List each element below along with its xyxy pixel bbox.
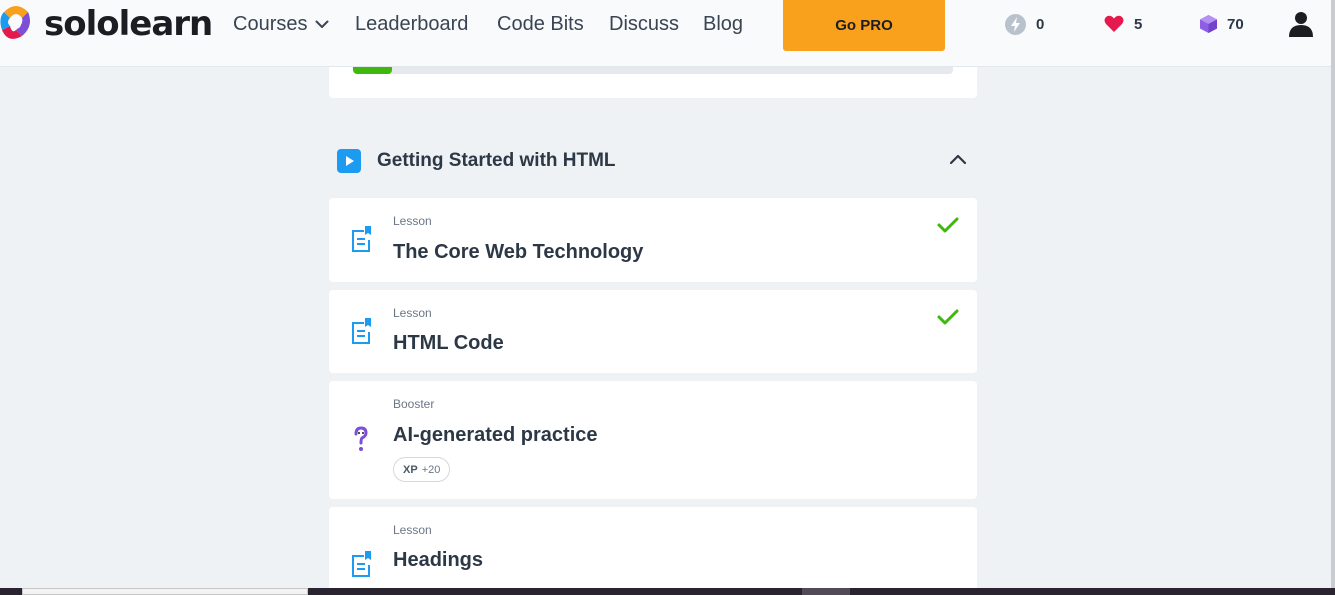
taskbar-active-app[interactable] [802, 588, 850, 595]
nav-leaderboard[interactable]: Leaderboard [355, 12, 468, 36]
scrollbar[interactable] [1331, 0, 1335, 595]
chevron-up-icon[interactable] [948, 152, 968, 166]
taskbar-search-box[interactable] [22, 588, 308, 595]
top-navigation-bar: sololearn Courses Leaderboard Code Bits … [0, 0, 1335, 67]
checkmark-icon [937, 217, 959, 233]
item-kind: Lesson [393, 214, 432, 228]
module-header[interactable]: Getting Started with HTML [337, 147, 977, 175]
item-title: HTML Code [393, 332, 504, 354]
item-kind: Lesson [393, 523, 432, 537]
user-avatar-icon[interactable] [1289, 11, 1313, 37]
nav-code-bits[interactable]: Code Bits [497, 12, 584, 36]
course-progress-bar [353, 67, 953, 74]
gem-icon [1200, 15, 1217, 33]
nav-courses[interactable]: Courses [233, 12, 329, 36]
nav-discuss[interactable]: Discuss [609, 12, 679, 36]
streak-counter[interactable]: 0 [1005, 12, 1044, 36]
sololearn-logo-icon [0, 6, 30, 39]
item-title: AI-generated practice [393, 424, 598, 446]
question-mark-icon [354, 426, 368, 451]
item-kind: Lesson [393, 306, 432, 320]
hearts-counter[interactable]: 5 [1104, 12, 1142, 36]
heart-icon [1104, 15, 1124, 33]
go-pro-button[interactable]: Go PRO [783, 0, 945, 51]
lesson-card[interactable]: Lesson The Core Web Technology [329, 198, 977, 282]
item-kind: Booster [393, 397, 435, 411]
lesson-card[interactable]: Lesson HTML Code [329, 290, 977, 373]
play-icon [337, 149, 361, 173]
xp-label: XP [403, 463, 418, 476]
lesson-document-icon [352, 226, 371, 252]
booster-card[interactable]: Booster AI-generated practice XP +20 [329, 381, 977, 499]
nav-blog[interactable]: Blog [703, 12, 743, 36]
module-title: Getting Started with HTML [377, 150, 616, 171]
course-progress-card [329, 67, 977, 98]
gems-counter[interactable]: 70 [1200, 12, 1244, 36]
lesson-document-icon [352, 318, 371, 344]
lesson-card[interactable]: Lesson Headings [329, 507, 977, 595]
xp-value: +20 [421, 463, 441, 476]
nav-courses-label: Courses [233, 13, 308, 35]
xp-reward-badge: XP +20 [393, 457, 451, 482]
hearts-count: 5 [1134, 15, 1143, 33]
streak-count: 0 [1036, 15, 1045, 33]
sololearn-logo[interactable]: sololearn [0, 2, 213, 46]
bolt-icon [1005, 13, 1026, 35]
chevron-down-icon [315, 20, 329, 28]
checkmark-icon [937, 309, 959, 325]
lesson-document-icon [352, 551, 371, 577]
gems-count: 70 [1227, 15, 1244, 33]
brand-name: sololearn [44, 4, 213, 44]
course-progress-fill [353, 67, 392, 74]
item-title: The Core Web Technology [393, 241, 644, 263]
item-title: Headings [393, 549, 484, 571]
